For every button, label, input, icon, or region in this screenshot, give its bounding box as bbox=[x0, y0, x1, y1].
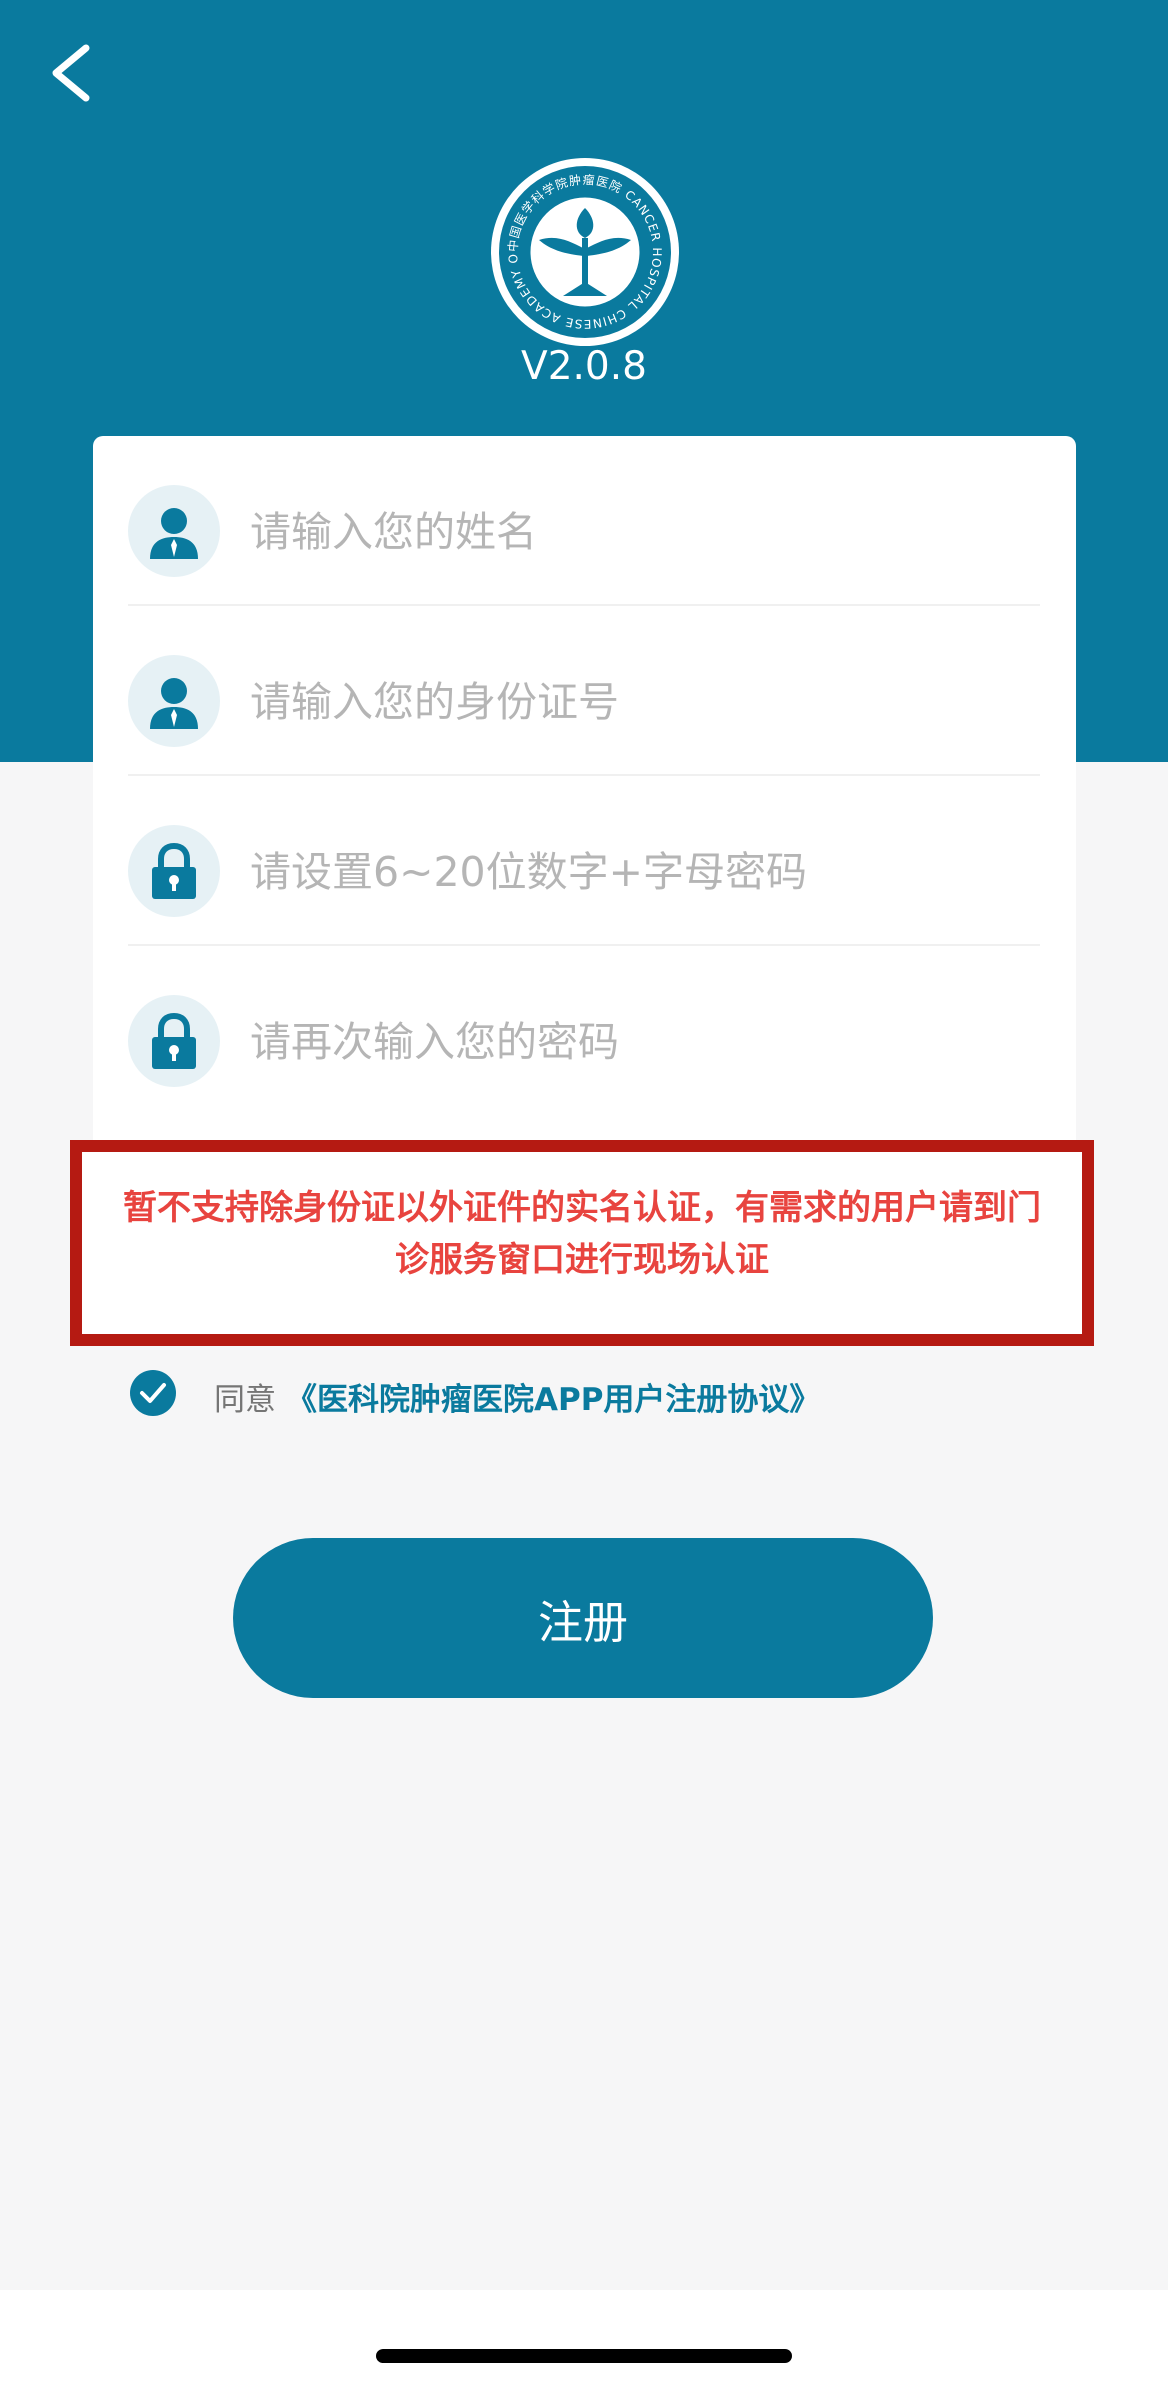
registration-form-card bbox=[93, 436, 1076, 1156]
lock-icon bbox=[128, 995, 220, 1087]
password-input[interactable] bbox=[248, 826, 1012, 918]
id-number-field-row bbox=[128, 606, 1040, 776]
person-icon bbox=[128, 655, 220, 747]
app-version: V2.0.8 bbox=[521, 344, 647, 389]
notice-text: 暂不支持除身份证以外证件的实名认证，有需求的用户请到门诊服务窗口进行现场认证 bbox=[123, 1188, 1041, 1280]
back-button[interactable] bbox=[44, 38, 104, 108]
hospital-logo: 中国医学科学院肿瘤医院 CANCER HOSPITAL CHINESE ACAD… bbox=[483, 145, 681, 348]
home-indicator bbox=[376, 2349, 792, 2363]
name-input[interactable] bbox=[248, 486, 1012, 578]
confirm-password-input[interactable] bbox=[248, 996, 1012, 1088]
bottom-safe-area bbox=[0, 2290, 1168, 2394]
checkmark-icon bbox=[140, 1383, 166, 1403]
lock-icon bbox=[128, 825, 220, 917]
realname-notice: 暂不支持除身份证以外证件的实名认证，有需求的用户请到门诊服务窗口进行现场认证 bbox=[70, 1140, 1094, 1346]
name-field-row bbox=[128, 436, 1040, 606]
agreement-checkbox[interactable] bbox=[130, 1370, 176, 1416]
person-icon bbox=[128, 485, 220, 577]
password-field-row bbox=[128, 776, 1040, 946]
agreement-link[interactable]: 《医科院肿瘤医院APP用户注册协议》 bbox=[286, 1374, 820, 1419]
agreement-prefix: 同意 bbox=[214, 1382, 276, 1418]
chevron-left-icon bbox=[52, 44, 90, 102]
register-button[interactable]: 注册 bbox=[233, 1538, 933, 1698]
confirm-password-field-row bbox=[128, 946, 1040, 1116]
id-number-input[interactable] bbox=[248, 656, 1012, 748]
